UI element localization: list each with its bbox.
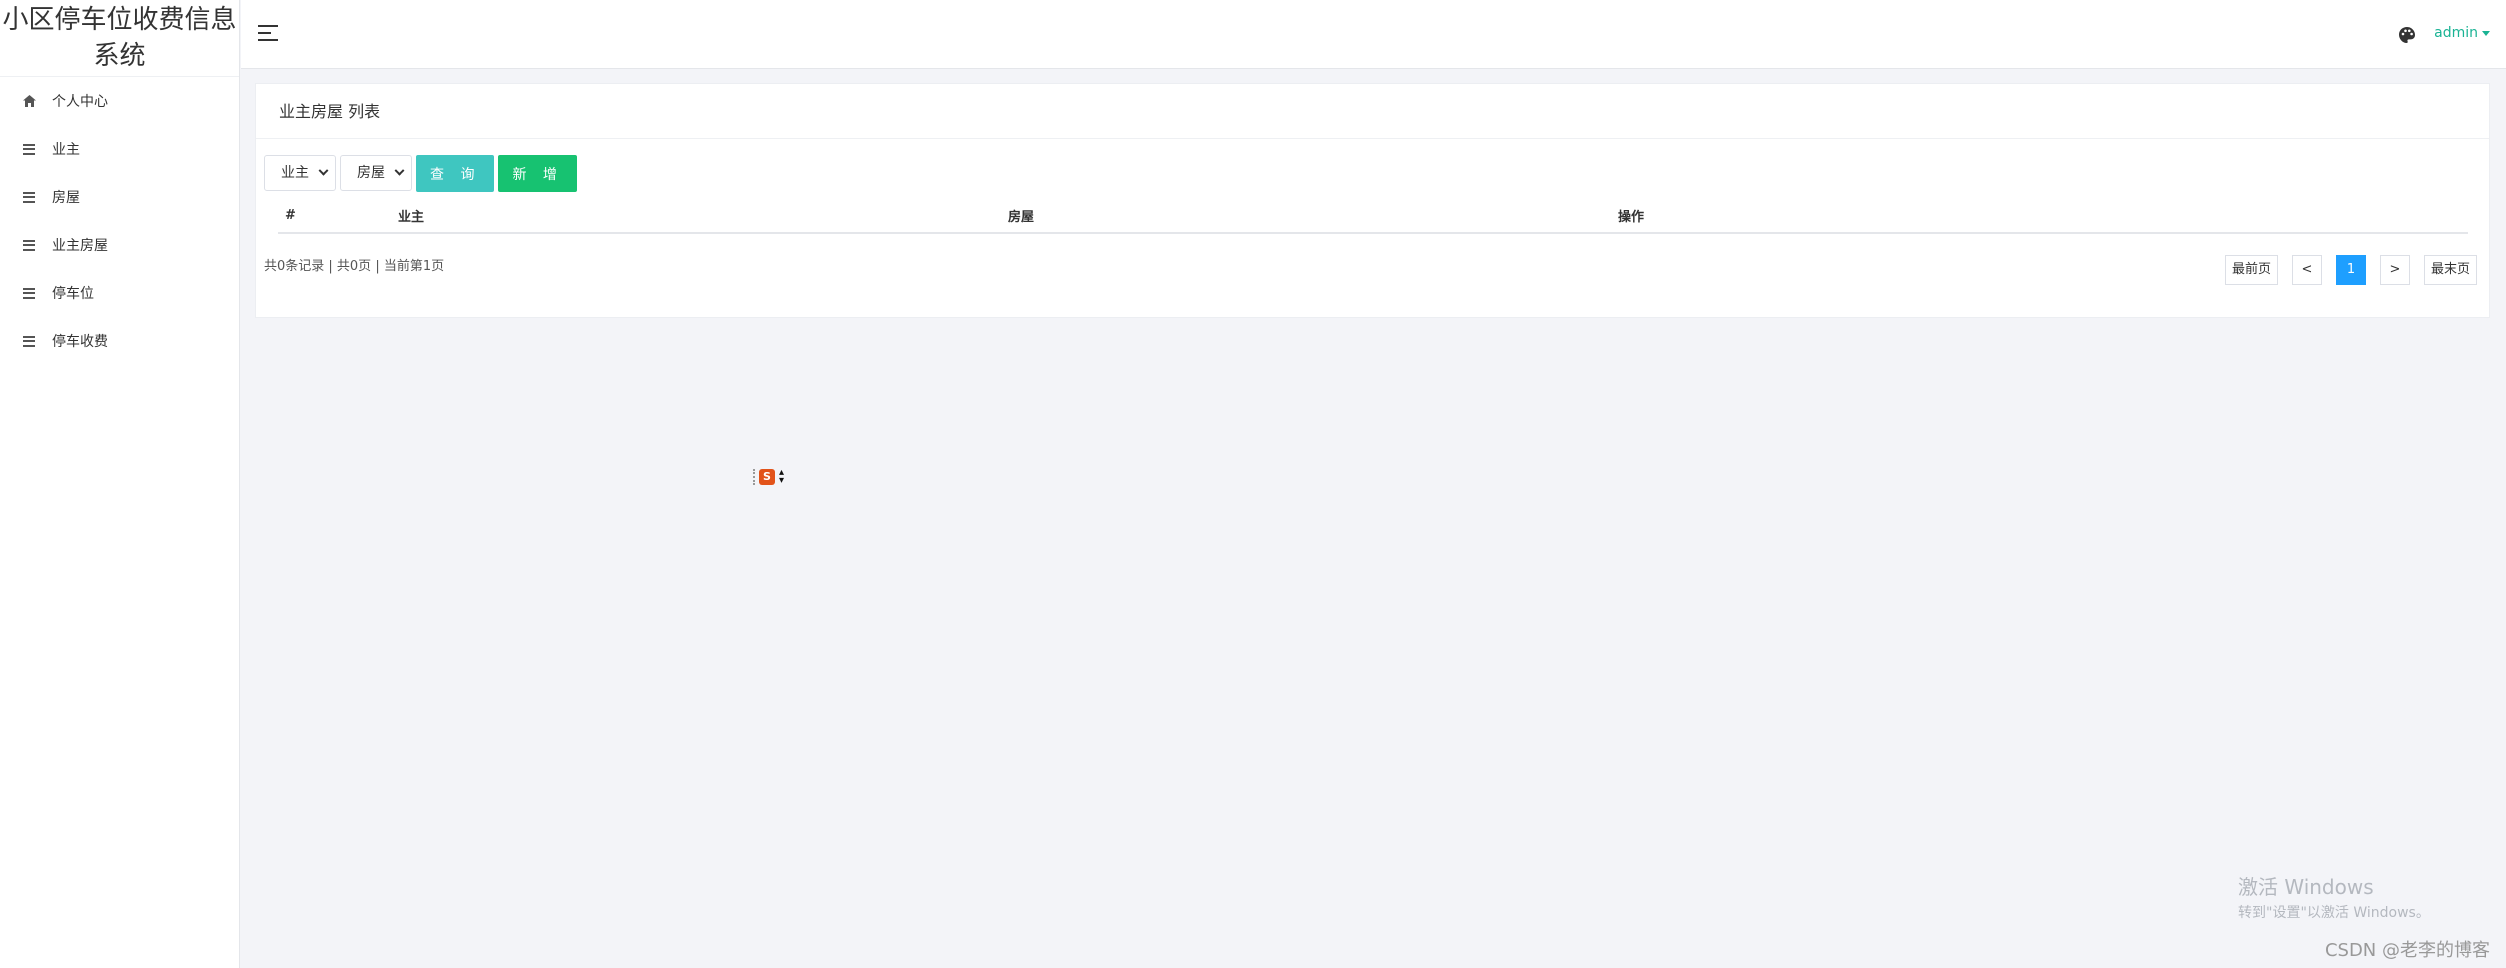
pagination: 最前页 < 1 > 最末页 [2224, 255, 2477, 285]
sidebar-item-label: 停车位 [52, 286, 94, 302]
sidebar-item-profile[interactable]: 个人中心 [0, 77, 239, 125]
list-icon [22, 190, 36, 204]
menu-toggle-icon[interactable] [258, 25, 278, 41]
table-header: # 业主 房屋 操作 [278, 198, 2468, 232]
top-bar: admin [241, 0, 2506, 69]
data-table: # 业主 房屋 操作 [278, 198, 2468, 234]
page-number-button[interactable]: 1 [2335, 255, 2366, 285]
sidebar: 小区停车位收费信息系统 个人中心 业主 房屋 业主房屋 停车位 停车收费 [0, 0, 240, 968]
activation-subtitle: 转到"设置"以激活 Windows。 [2238, 905, 2430, 921]
palette-icon[interactable] [2398, 26, 2416, 44]
filter-toolbar: 业主 房屋 查 询 新 增 [264, 155, 577, 192]
sidebar-item-label: 个人中心 [52, 94, 108, 110]
house-select-value: 房屋 [357, 165, 385, 181]
last-page-button[interactable]: 最末页 [2423, 255, 2477, 285]
app-root: 小区停车位收费信息系统 个人中心 业主 房屋 业主房屋 停车位 停车收费 adm… [0, 0, 2506, 968]
activation-title: 激活 Windows [2238, 875, 2374, 899]
drag-handle-icon[interactable] [753, 469, 755, 485]
user-name: admin [2434, 25, 2478, 41]
list-icon [22, 286, 36, 300]
list-panel: 业主房屋 列表 业主 房屋 查 询 新 增 # 业主 房屋 操作 共0条记录 |… [255, 83, 2490, 318]
sidebar-item-label: 业主 [52, 142, 80, 158]
sogou-logo-icon: S [759, 469, 775, 485]
pagination-info: 共0条记录 | 共0页 | 当前第1页 [264, 259, 445, 274]
app-title: 小区停车位收费信息系统 [0, 0, 239, 77]
home-icon [22, 94, 36, 108]
page-title: 业主房屋 列表 [256, 84, 2489, 139]
sidebar-nav: 个人中心 业主 房屋 业主房屋 停车位 停车收费 [0, 77, 239, 365]
sidebar-item-parking-space[interactable]: 停车位 [0, 269, 239, 317]
column-header-actions: 操作 [1618, 209, 1645, 225]
input-method-toolbar[interactable]: S ▴ ▾ [753, 467, 799, 487]
sidebar-item-label: 业主房屋 [52, 238, 108, 254]
sidebar-item-label: 停车收费 [52, 334, 108, 350]
list-icon [22, 238, 36, 252]
chevron-down-icon [318, 165, 329, 176]
column-header-house: 房屋 [1008, 209, 1035, 225]
sidebar-item-owner-house[interactable]: 业主房屋 [0, 221, 239, 269]
query-button[interactable]: 查 询 [416, 155, 495, 192]
next-page-button[interactable]: > [2379, 255, 2410, 285]
csdn-watermark: CSDN @老李的博客 [2324, 940, 2490, 961]
sidebar-item-label: 房屋 [52, 190, 80, 206]
sidebar-item-house[interactable]: 房屋 [0, 173, 239, 221]
sidebar-item-parking-fee[interactable]: 停车收费 [0, 317, 239, 365]
owner-select-value: 业主 [281, 165, 309, 181]
prev-page-button[interactable]: < [2291, 255, 2322, 285]
owner-select[interactable]: 业主 [264, 155, 336, 191]
arrows-icon: ▴ ▾ [779, 467, 785, 486]
sidebar-item-owner[interactable]: 业主 [0, 125, 239, 173]
list-icon [22, 334, 36, 348]
list-icon [22, 142, 36, 156]
windows-activation-watermark: 激活 Windows 转到"设置"以激活 Windows。 [2238, 871, 2430, 922]
caret-down-icon [2482, 30, 2490, 36]
user-menu[interactable]: admin [2434, 25, 2490, 41]
add-button[interactable]: 新 增 [498, 155, 577, 192]
column-header-owner: 业主 [398, 209, 425, 225]
first-page-button[interactable]: 最前页 [2224, 255, 2278, 285]
column-header-index: # [285, 207, 296, 223]
house-select[interactable]: 房屋 [340, 155, 412, 191]
chevron-down-icon [394, 165, 405, 176]
